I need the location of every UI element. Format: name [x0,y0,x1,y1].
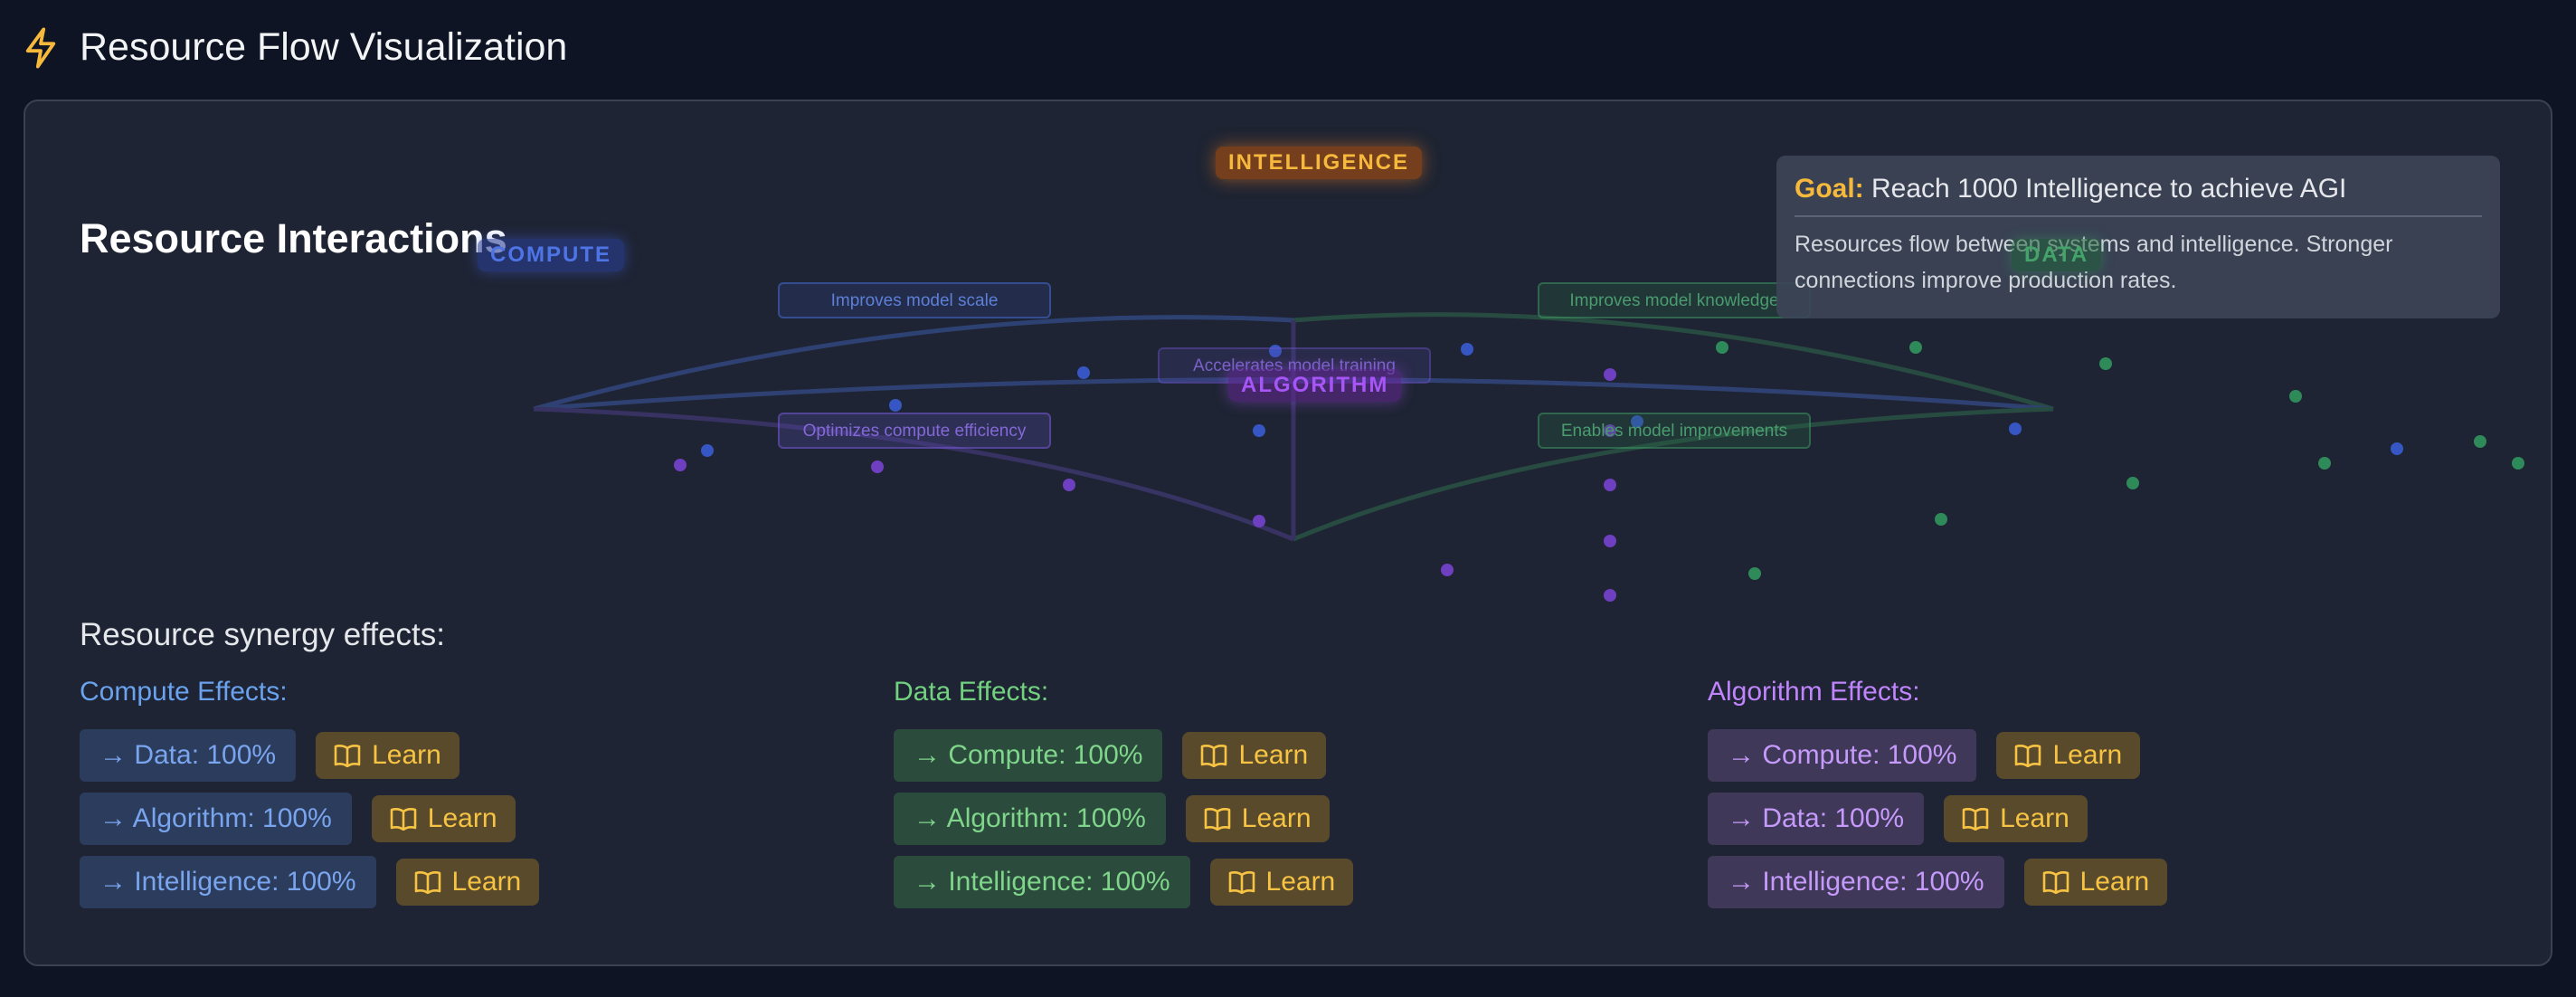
data-effects-column: Data Effects: → Compute: 100% Learn → Al… [894,677,1354,919]
effect-row: → Intelligence: 100% Learn [1708,856,2168,908]
section-title: Resource Interactions [80,215,507,261]
particle [1077,366,1090,379]
effect-chip: → Intelligence: 100% [894,856,1190,908]
node-intelligence[interactable]: INTELLIGENCE [1216,147,1423,179]
book-icon [390,808,417,831]
node-algorithm[interactable]: ALGORITHM [1228,369,1402,402]
learn-button[interactable]: Learn [371,795,516,842]
particle [1604,479,1616,491]
book-icon [1962,808,1989,831]
particle [1935,513,1947,526]
column-title: Compute Effects: [80,677,288,707]
particle [1063,479,1075,491]
particle [2318,457,2331,470]
learn-label: Learn [2052,740,2123,770]
particle [2126,477,2139,489]
particle [889,399,902,412]
effect-row: → Data: 100% Learn [80,729,539,782]
learn-button[interactable]: Learn [1944,795,2088,842]
learn-label: Learn [427,803,497,833]
learn-label: Learn [1265,867,1336,897]
algorithm-effects-column: Algorithm Effects: → Compute: 100% Learn… [1708,677,2168,919]
particle [2391,442,2403,455]
effect-chip: → Intelligence: 100% [80,856,376,908]
column-title: Algorithm Effects: [1708,677,1920,707]
book-icon [2015,745,2041,767]
effect-chip: → Data: 100% [1708,793,1925,845]
edge-label-compute-top: Improves model scale [778,282,1051,318]
particle [701,444,714,457]
particle [1441,564,1454,576]
particle [2474,435,2486,448]
particle [1604,368,1616,381]
learn-label: Learn [1241,803,1312,833]
learn-label: Learn [1238,740,1309,770]
particle [1716,341,1728,354]
learn-label: Learn [2000,803,2069,833]
book-icon [2042,871,2069,894]
book-icon [334,745,361,767]
learn-button[interactable]: Learn [1996,732,2141,779]
particle [1748,567,1761,580]
particle [1253,424,1265,437]
edge-label-data-top: Improves model knowledge [1538,282,1811,318]
particle [1909,341,1922,354]
learn-button[interactable]: Learn [395,859,540,906]
node-compute[interactable]: COMPUTE [478,239,624,271]
column-title: Data Effects: [894,677,1049,707]
edge-label-compute-bottom: Optimizes compute efficiency [778,413,1051,449]
particle [2009,423,2022,435]
particle [1604,589,1616,602]
learn-button[interactable]: Learn [316,732,459,779]
effect-row: → Compute: 100% Learn [1708,729,2167,782]
particle [2099,357,2112,370]
compute-effects-column: Compute Effects: → Data: 100% Learn → Al… [80,677,540,919]
effect-row: → Algorithm: 100% Learn [894,793,1353,845]
effect-chip: → Compute: 100% [1708,729,1977,782]
goal-tooltip: Goal: Reach 1000 Intelligence to achieve… [1776,156,2500,318]
book-icon [414,871,440,894]
learn-label: Learn [451,867,522,897]
goal-description: Resources flow between systems and intel… [1795,232,2393,293]
learn-button[interactable]: Learn [2023,859,2168,906]
flow-particles [674,341,2524,602]
goal-text: Reach 1000 Intelligence to achieve AGI [1871,174,2347,204]
resource-panel: Resource Interactions Improves model sca… [24,100,2552,966]
goal-label: Goal: [1795,174,1864,204]
particle [2512,457,2524,470]
book-icon [1228,871,1255,894]
book-icon [1204,808,1231,831]
particle [1604,535,1616,547]
particle [1253,515,1265,527]
effect-chip: → Algorithm: 100% [80,793,352,845]
learn-button[interactable]: Learn [1209,859,1354,906]
effect-chip: → Compute: 100% [894,729,1163,782]
effect-row: → Data: 100% Learn [1708,793,2167,845]
particle [1461,343,1473,356]
effect-chip: → Data: 100% [80,729,297,782]
effect-row: → Algorithm: 100% Learn [80,793,539,845]
particle [674,459,687,471]
effect-row: → Compute: 100% Learn [894,729,1353,782]
learn-button[interactable]: Learn [1182,732,1327,779]
learn-label: Learn [372,740,441,770]
page-header: Resource Flow Visualization [24,25,567,70]
goal-line: Goal: Reach 1000 Intelligence to achieve… [1795,174,2482,217]
edge-label-data-bottom: Enables model improvements [1538,413,1811,449]
synergy-title: Resource synergy effects: [80,617,445,652]
learn-button[interactable]: Learn [1185,795,1330,842]
learn-label: Learn [2079,867,2150,897]
lightning-bolt-icon [25,27,56,68]
particle [2289,390,2302,403]
effect-row: → Intelligence: 100% Learn [894,856,1354,908]
particle [871,461,884,473]
page-title: Resource Flow Visualization [80,25,568,69]
effect-chip: → Algorithm: 100% [894,793,1166,845]
effect-chip: → Intelligence: 100% [1708,856,2004,908]
node-data[interactable]: DATA [2012,239,2102,271]
effect-row: → Intelligence: 100% Learn [80,856,540,908]
book-icon [1201,745,1227,767]
